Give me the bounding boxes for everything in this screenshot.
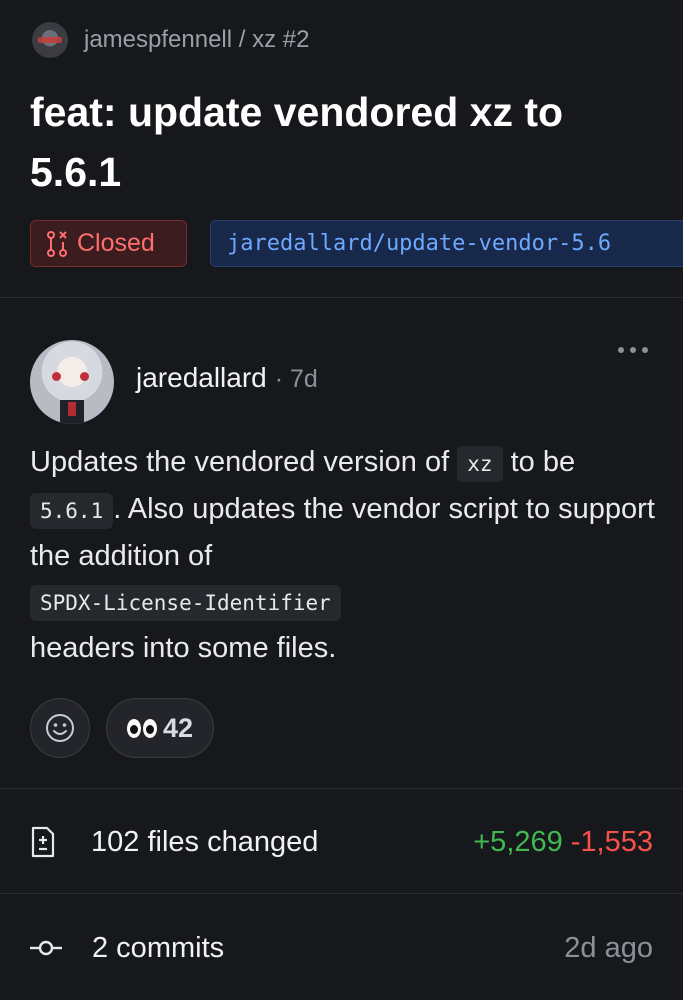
commits-row[interactable]: 2 commits 2d ago — [30, 924, 653, 972]
branch-chip[interactable]: jaredallard/update-vendor-5.6 — [210, 220, 683, 267]
commits-label: 2 commits — [92, 931, 225, 964]
eyes-icon — [126, 718, 157, 738]
divider — [0, 788, 683, 789]
inline-code: SPDX-License-Identifier — [30, 585, 341, 621]
avatar[interactable] — [30, 340, 114, 424]
comment-author-row: jaredallard · 7d — [136, 362, 318, 394]
divider — [0, 297, 683, 298]
body-text-4: headers into some files. — [30, 632, 337, 664]
smiley-icon — [46, 714, 74, 742]
files-changed-label: 102 files changed — [91, 825, 319, 858]
status-label: Closed — [77, 229, 155, 257]
comment-body: Updates the vendored version of xz to be… — [30, 440, 670, 671]
inline-code: xz — [457, 446, 503, 482]
body-text-1: Updates the vendored version of — [30, 446, 458, 478]
diff-stats: +5,269 -1,553 — [473, 826, 653, 859]
commit-icon — [30, 940, 62, 956]
divider — [0, 893, 683, 894]
deletions-count: -1,553 — [570, 825, 653, 858]
files-changed-row[interactable]: 102 files changed +5,269 -1,553 — [30, 818, 653, 866]
status-badge: Closed — [30, 220, 187, 267]
file-diff-icon — [31, 826, 55, 858]
additions-count: +5,269 — [473, 825, 563, 858]
repo-header[interactable]: jamespfennell / xz #2 — [32, 22, 309, 58]
eyes-reaction-button[interactable]: 42 — [106, 698, 214, 758]
pull-request-closed-icon — [47, 230, 67, 257]
comment-author[interactable]: jaredallard — [136, 362, 267, 394]
reaction-count: 42 — [162, 712, 194, 743]
comment-time: · 7d — [274, 365, 318, 393]
repo-owner-avatar — [32, 22, 68, 58]
add-reaction-button[interactable] — [30, 698, 90, 758]
commits-time: 2d ago — [564, 931, 653, 964]
body-text-2: to be — [502, 446, 576, 478]
repo-path[interactable]: jamespfennell / xz #2 — [84, 26, 309, 54]
more-options-icon[interactable] — [618, 347, 648, 353]
inline-code: 5.6.1 — [30, 493, 114, 529]
body-text-3: . Also updates the vendor script to supp… — [30, 493, 655, 572]
page-title: feat: update vendored xz to 5.6.1 — [30, 89, 564, 195]
